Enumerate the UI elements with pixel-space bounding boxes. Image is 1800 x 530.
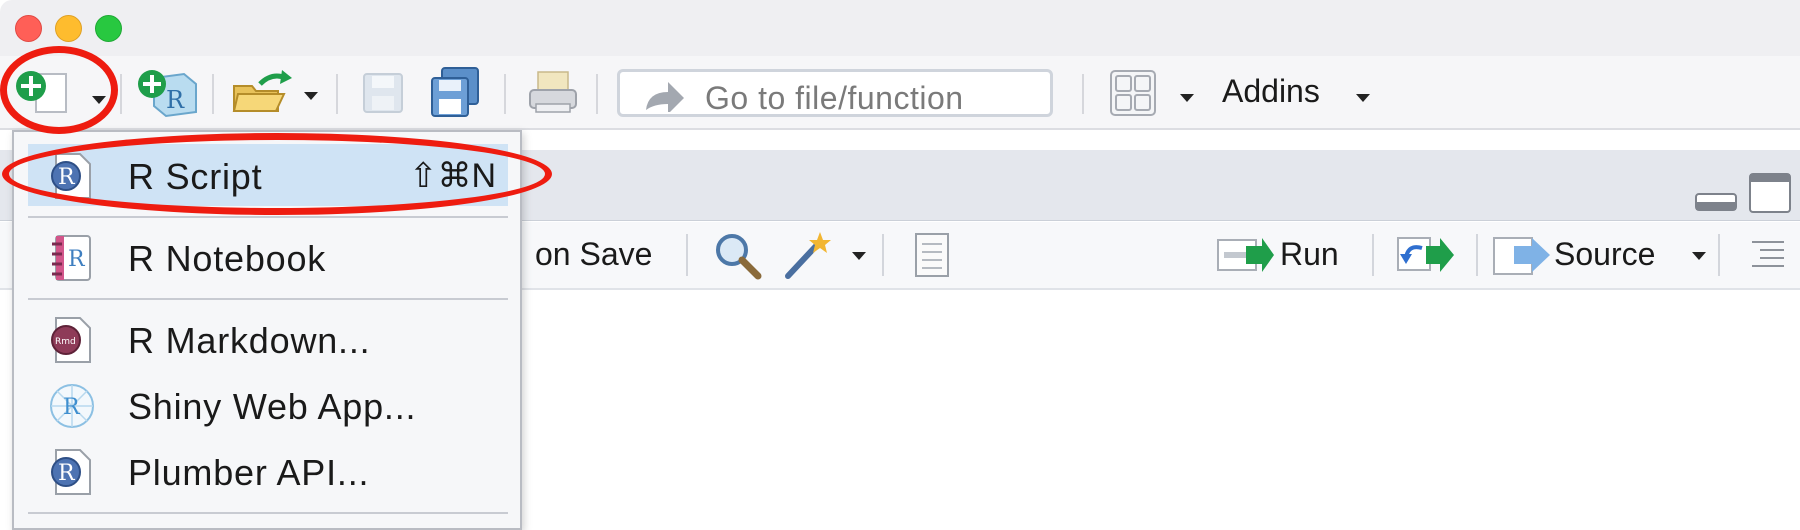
menu-item-plumber-api[interactable]: R Plumber API... bbox=[28, 440, 508, 502]
print-icon bbox=[529, 71, 577, 113]
goto-placeholder: Go to file/function bbox=[705, 80, 964, 116]
source-dropdown-icon[interactable] bbox=[1692, 252, 1706, 260]
menu-item-r-script[interactable]: R R Script ⇧⌘N bbox=[28, 144, 508, 206]
menu-item-label: Plumber API... bbox=[128, 452, 370, 493]
panes-layout-button[interactable] bbox=[1108, 68, 1158, 118]
toolbar-divider bbox=[120, 74, 122, 114]
new-project-icon: R bbox=[138, 70, 197, 118]
panes-layout-icon bbox=[1110, 70, 1156, 116]
window-titlebar bbox=[0, 0, 1800, 56]
print-button[interactable] bbox=[526, 68, 580, 118]
open-file-dropdown-icon[interactable] bbox=[304, 92, 318, 100]
source-on-save-label[interactable]: on Save bbox=[535, 236, 652, 273]
svg-text:R: R bbox=[63, 395, 81, 420]
addins-dropdown-icon[interactable] bbox=[1356, 94, 1370, 102]
source-label: Source bbox=[1554, 236, 1656, 272]
toolbar-divider bbox=[212, 74, 214, 114]
main-toolbar: R Go to file/function Addins bbox=[0, 56, 1800, 130]
zoom-window-button[interactable] bbox=[95, 15, 122, 42]
toolbar-divider bbox=[336, 74, 338, 114]
code-tools-dropdown-icon[interactable] bbox=[852, 252, 866, 260]
menu-item-r-notebook[interactable]: R R Notebook bbox=[28, 226, 508, 288]
addins-menu[interactable]: Addins bbox=[1222, 73, 1320, 110]
document-outline-icon[interactable] bbox=[1748, 236, 1788, 272]
svg-text:R: R bbox=[68, 247, 86, 272]
toolbar-divider bbox=[686, 234, 688, 276]
menu-item-label: Shiny Web App... bbox=[128, 386, 417, 427]
toolbar-divider bbox=[1372, 234, 1374, 276]
save-icon bbox=[363, 73, 403, 113]
open-file-button[interactable] bbox=[230, 68, 294, 118]
menu-divider bbox=[28, 298, 508, 300]
plumber-api-file-icon: R bbox=[51, 449, 91, 495]
svg-text:Rmd: Rmd bbox=[55, 337, 76, 347]
run-icon bbox=[1217, 238, 1274, 272]
r-markdown-file-icon: Rmd bbox=[51, 317, 91, 363]
r-script-file-icon: R bbox=[51, 153, 91, 199]
r-notebook-icon: R bbox=[52, 235, 91, 281]
panes-dropdown-icon[interactable] bbox=[1180, 94, 1194, 102]
menu-divider bbox=[28, 512, 508, 514]
menu-item-label: R Notebook bbox=[128, 238, 327, 279]
search-icon[interactable] bbox=[712, 230, 762, 280]
minimize-window-button[interactable] bbox=[55, 15, 82, 42]
new-file-icon bbox=[16, 71, 67, 113]
run-button[interactable]: Run bbox=[1216, 230, 1344, 280]
source-icon bbox=[1493, 237, 1550, 275]
svg-text:R: R bbox=[166, 86, 185, 114]
save-all-icon bbox=[431, 67, 479, 117]
new-project-button[interactable]: R bbox=[136, 66, 200, 120]
rerun-icon[interactable] bbox=[1396, 234, 1456, 276]
maximize-pane-icon[interactable] bbox=[1748, 172, 1792, 214]
save-button[interactable] bbox=[360, 70, 408, 118]
menu-item-label: R Markdown... bbox=[128, 320, 371, 361]
menu-item-label: R Script bbox=[128, 156, 263, 197]
new-file-dropdown-icon[interactable] bbox=[92, 96, 106, 104]
menu-item-r-markdown[interactable]: Rmd R Markdown... bbox=[28, 308, 508, 370]
source-button[interactable]: Source bbox=[1492, 230, 1664, 280]
open-file-icon bbox=[232, 70, 292, 112]
menu-item-shortcut: ⇧⌘N bbox=[408, 157, 496, 195]
goto-file-function-input[interactable]: Go to file/function bbox=[617, 69, 1053, 117]
menu-divider bbox=[28, 216, 508, 218]
code-tools-wand-icon[interactable] bbox=[780, 228, 840, 282]
minimize-pane-icon[interactable] bbox=[1694, 190, 1738, 214]
toolbar-divider bbox=[596, 74, 598, 114]
toolbar-divider bbox=[1718, 234, 1720, 276]
toolbar-divider bbox=[1476, 234, 1478, 276]
svg-text:R: R bbox=[58, 165, 76, 190]
new-file-button[interactable] bbox=[14, 68, 74, 118]
toolbar-divider bbox=[1082, 74, 1084, 114]
close-window-button[interactable] bbox=[15, 15, 42, 42]
goto-arrow-icon bbox=[646, 82, 684, 112]
run-label: Run bbox=[1280, 236, 1339, 272]
toolbar-divider bbox=[882, 234, 884, 276]
compile-report-icon[interactable] bbox=[910, 232, 954, 278]
menu-item-shiny-web-app[interactable]: R Shiny Web App... bbox=[28, 374, 508, 436]
new-file-menu: R R Script ⇧⌘N R R Notebook Rmd R Markdo… bbox=[12, 130, 522, 530]
shiny-app-icon: R bbox=[50, 384, 94, 428]
svg-text:R: R bbox=[58, 461, 76, 486]
save-all-button[interactable] bbox=[428, 66, 484, 120]
toolbar-divider bbox=[504, 74, 506, 114]
